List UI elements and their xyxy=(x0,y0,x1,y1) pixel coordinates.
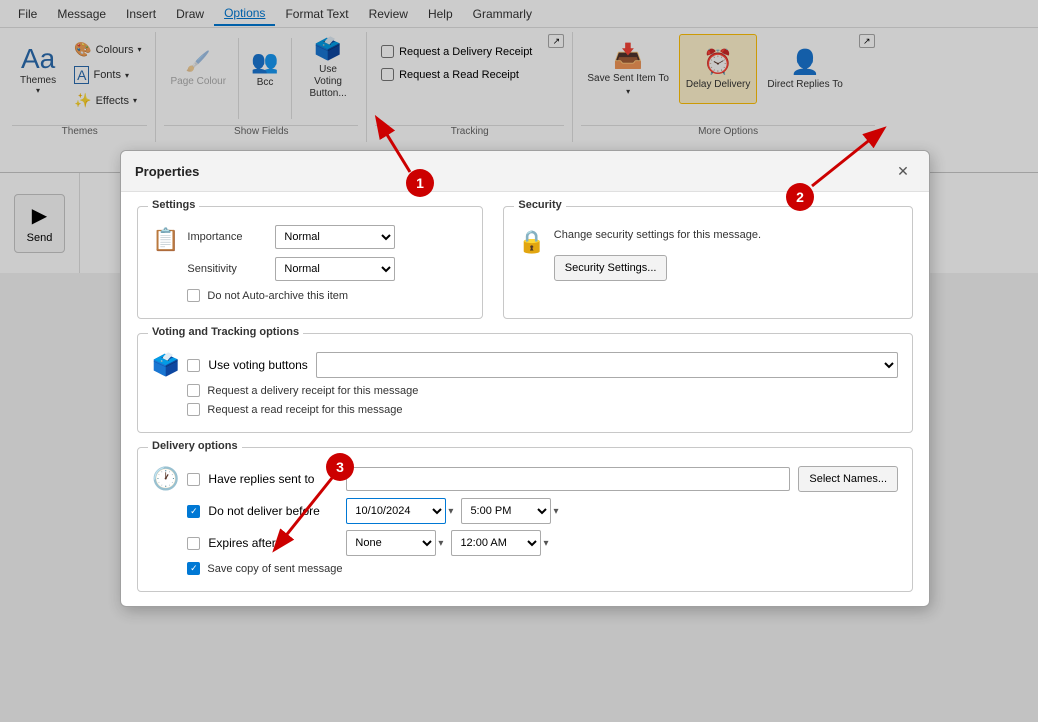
dialog-top-row: Settings 📋 Importance Normal Sensi xyxy=(137,206,913,319)
date-chevron: ▾ xyxy=(448,506,453,517)
do-not-archive-checkbox[interactable] xyxy=(187,289,200,302)
do-not-archive-row: Do not Auto-archive this item xyxy=(187,289,395,302)
voting-section: Voting and Tracking options 🗳️ Use votin… xyxy=(137,333,913,433)
request-read-dialog-checkbox[interactable] xyxy=(187,403,200,416)
save-copy-checkbox[interactable] xyxy=(187,562,200,575)
have-replies-checkbox[interactable] xyxy=(187,473,200,486)
settings-legend: Settings xyxy=(148,199,199,211)
save-copy-row: Save copy of sent message xyxy=(187,562,898,575)
have-replies-input[interactable] xyxy=(346,467,790,491)
importance-row: Importance Normal xyxy=(187,225,395,249)
sensitivity-select[interactable]: Normal xyxy=(275,257,395,281)
do-not-deliver-checkbox[interactable] xyxy=(187,505,200,518)
expires-date-chevron: ▾ xyxy=(438,538,443,549)
sensitivity-row: Sensitivity Normal xyxy=(187,257,395,281)
settings-icon: 📋 xyxy=(152,227,179,253)
security-legend: Security xyxy=(514,199,565,211)
deliver-time-select[interactable]: 5:00 PM xyxy=(461,498,551,524)
expires-time-select[interactable]: 12:00 AM xyxy=(451,530,541,556)
have-replies-row: Have replies sent to Select Names... xyxy=(187,466,898,492)
use-voting-checkbox[interactable] xyxy=(187,359,200,372)
security-description: Change security settings for this messag… xyxy=(554,229,761,241)
importance-label: Importance xyxy=(187,231,267,243)
voting-icon2: 🗳️ xyxy=(152,352,179,378)
importance-select[interactable]: Normal xyxy=(275,225,395,249)
voting-select[interactable] xyxy=(316,352,898,378)
settings-section: Settings 📋 Importance Normal Sensi xyxy=(137,206,483,319)
security-settings-button[interactable]: Security Settings... xyxy=(554,255,668,281)
delivery-section: Delivery options 🕐 Have replies sent to … xyxy=(137,447,913,592)
delivery-icon2: 🕐 xyxy=(152,466,179,492)
delivery-legend: Delivery options xyxy=(148,440,242,452)
request-read-row: Request a read receipt for this message xyxy=(187,403,898,416)
sensitivity-label: Sensitivity xyxy=(187,263,267,275)
security-section: Security 🔒 Change security settings for … xyxy=(503,206,913,319)
voting-legend: Voting and Tracking options xyxy=(148,326,303,338)
request-delivery-dialog-checkbox[interactable] xyxy=(187,384,200,397)
dialog-titlebar: Properties ✕ xyxy=(121,151,929,192)
deliver-date-select[interactable]: 10/10/2024 xyxy=(346,498,446,524)
expires-after-checkbox[interactable] xyxy=(187,537,200,550)
expires-date-select[interactable]: None xyxy=(346,530,436,556)
expires-after-row: Expires after None ▾ 12:00 AM xyxy=(187,530,898,556)
dialog-overlay: Properties ✕ Settings 📋 Importance N xyxy=(0,0,1038,722)
time-chevron: ▾ xyxy=(553,506,558,517)
do-not-deliver-row: Do not deliver before 10/10/2024 ▾ 5:00 … xyxy=(187,498,898,524)
request-delivery-row: Request a delivery receipt for this mess… xyxy=(187,384,898,397)
select-names-button[interactable]: Select Names... xyxy=(798,466,898,492)
expires-time-chevron: ▾ xyxy=(543,538,548,549)
dialog-title: Properties xyxy=(135,164,199,179)
use-voting-row: Use voting buttons xyxy=(187,352,898,378)
dialog-close-button[interactable]: ✕ xyxy=(891,159,915,183)
properties-dialog: Properties ✕ Settings 📋 Importance N xyxy=(120,150,930,607)
security-icon: 🔒 xyxy=(518,229,545,255)
dialog-body: Settings 📋 Importance Normal Sensi xyxy=(121,192,929,606)
